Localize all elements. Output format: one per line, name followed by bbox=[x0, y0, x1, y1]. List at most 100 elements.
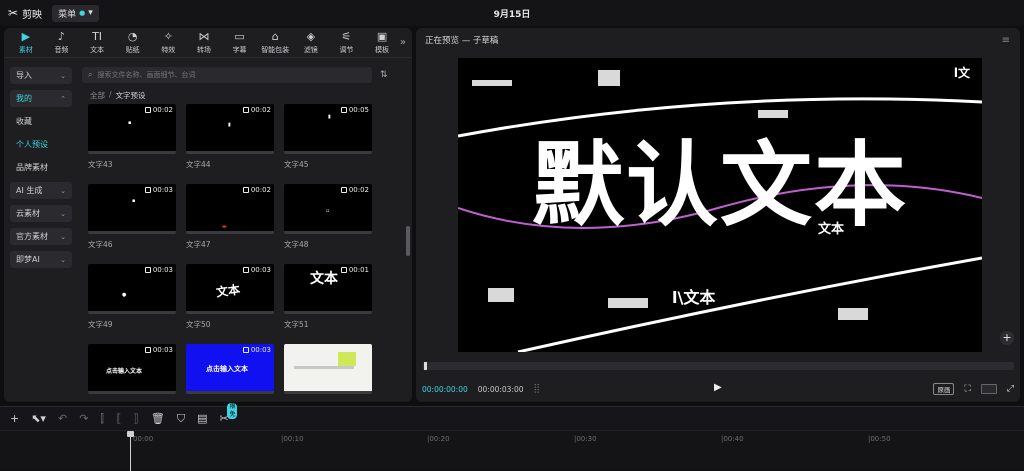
breadcrumb-root[interactable]: 全部 bbox=[90, 90, 105, 101]
glitch-block bbox=[472, 80, 512, 86]
filter-icon: ◈ bbox=[306, 29, 316, 43]
redo-icon[interactable]: ↷ bbox=[79, 412, 88, 425]
card-thumbnail: 00:02 ▮ bbox=[186, 104, 274, 154]
sidebar-item-import[interactable]: 导入 ⌄ bbox=[10, 67, 72, 84]
preset-card[interactable]: 00:02 ▫ 文字48 bbox=[284, 184, 372, 250]
preset-card[interactable] bbox=[284, 344, 372, 394]
glitch-block bbox=[608, 298, 648, 308]
thumb-text: 文本 bbox=[215, 282, 241, 300]
card-thumbnail: 00:02 ▪ bbox=[88, 104, 176, 154]
preview-progress-bar[interactable] bbox=[422, 362, 1014, 370]
preview-controls: 00:00:00:00 00:00:03:00 ⣿ ▶ 原画 ⛶ ⤢ bbox=[422, 382, 1014, 396]
audio-icon: ♪ bbox=[57, 29, 65, 43]
preset-card[interactable]: 00:02 ▬ 文字47 bbox=[186, 184, 274, 250]
menu-icon[interactable]: ≡ bbox=[1002, 35, 1010, 46]
search-icon: ⌕ bbox=[88, 70, 93, 79]
tab-effects[interactable]: ✧ 特效 bbox=[151, 30, 187, 55]
preset-card[interactable]: 00:02 ▮ 文字44 bbox=[186, 104, 274, 170]
select-tool-icon[interactable]: ⬉▾ bbox=[31, 412, 46, 425]
sidebar-item-label: 官方素材 bbox=[16, 232, 48, 241]
add-track-icon[interactable]: + bbox=[10, 412, 19, 425]
sidebar-item-label: 收藏 bbox=[16, 117, 32, 126]
more-tabs-icon[interactable]: » bbox=[400, 37, 406, 48]
tab-text[interactable]: TI 文本 bbox=[79, 30, 115, 55]
smart-cut-icon[interactable]: ✂ 限免 bbox=[219, 403, 238, 425]
media-scrollbar[interactable] bbox=[406, 226, 410, 256]
tab-label: 贴纸 bbox=[125, 45, 140, 54]
tab-label: 调节 bbox=[339, 45, 354, 54]
card-thumbnail: 00:03 点击输入文本 bbox=[88, 344, 176, 394]
preview-panel: 正在预览 — 子草稿 ≡ 默认文本 l\文本 l文 文本 + 00:00:00:… bbox=[416, 28, 1020, 402]
menu-button[interactable]: 菜单 ● ▾ bbox=[52, 4, 99, 22]
sidebar-item-favorites[interactable]: 收藏 bbox=[10, 113, 72, 130]
card-caption: 文字51 bbox=[284, 320, 309, 329]
preset-card[interactable]: 00:03 点击输入文本 bbox=[186, 344, 274, 394]
sidebar-item-mine[interactable]: 我的 ⌃ bbox=[10, 90, 72, 107]
chevron-down-icon: ⌄ bbox=[60, 232, 66, 241]
card-duration: 00:03 bbox=[144, 266, 173, 274]
preset-card[interactable]: 00:05 ▮ 文字45 bbox=[284, 104, 372, 170]
card-thumbnail: 00:03 ▪ bbox=[88, 184, 176, 234]
tab-audio[interactable]: ♪ 音频 bbox=[44, 29, 80, 55]
tab-subtitle[interactable]: ▭ 字幕 bbox=[222, 30, 258, 55]
marker-icon[interactable]: ⛉ bbox=[177, 412, 185, 426]
split-icon[interactable]: ⫿ bbox=[100, 412, 104, 426]
smart-pack-icon: ⌂ bbox=[271, 29, 279, 43]
card-duration: 00:02 bbox=[242, 186, 271, 194]
playhead[interactable] bbox=[130, 431, 131, 471]
preset-card[interactable]: 00:03 文本 文字50 bbox=[186, 264, 274, 330]
ratio-button[interactable]: 原画 bbox=[933, 383, 955, 395]
sidebar-item-label: 我的 bbox=[16, 94, 32, 103]
add-icon[interactable]: + bbox=[1000, 331, 1014, 345]
grid-icon[interactable]: ⣿ bbox=[534, 384, 541, 394]
undo-icon[interactable]: ↶ bbox=[58, 412, 67, 425]
tab-sticker[interactable]: ◔ 贴纸 bbox=[115, 29, 151, 55]
preset-card[interactable]: 00:03 ▪ 文字46 bbox=[88, 184, 176, 250]
sort-icon[interactable]: ⇅ bbox=[380, 70, 388, 80]
capcut-logo-icon: ✂ bbox=[8, 6, 19, 20]
play-icon[interactable]: ▶ bbox=[714, 382, 722, 393]
sidebar-item-official[interactable]: 官方素材 ⌄ bbox=[10, 228, 72, 245]
preset-card[interactable]: 00:03 ● 文字49 bbox=[88, 264, 176, 330]
app-name: 剪映 bbox=[22, 9, 43, 21]
timeline-ruler[interactable]: 00:00 |00:10 |00:20 |00:30 |00:40 |00:50 bbox=[0, 430, 1024, 471]
sidebar-item-jimeng-ai[interactable]: 即梦AI ⌄ bbox=[10, 251, 72, 268]
menu-label: 菜单 bbox=[58, 9, 77, 20]
tab-label: 音频 bbox=[54, 45, 69, 54]
sidebar-item-presets[interactable]: 个人预设 bbox=[10, 136, 72, 153]
tab-label: 文本 bbox=[90, 45, 105, 54]
tab-transition[interactable]: ⋈ 转场 bbox=[186, 30, 222, 55]
split-right-icon[interactable]: ⟧ bbox=[133, 412, 138, 425]
adjust-icon: ⚟ bbox=[341, 29, 352, 43]
sidebar-item-ai-generate[interactable]: AI 生成 ⌄ bbox=[10, 182, 72, 199]
card-caption: 文字43 bbox=[88, 160, 113, 169]
preview-canvas[interactable]: 默认文本 l\文本 l文 文本 bbox=[458, 58, 982, 352]
tab-filter[interactable]: ◈ 滤镜 bbox=[293, 29, 329, 55]
preset-card[interactable]: 00:01 文本 文字51 bbox=[284, 264, 372, 330]
delete-icon[interactable]: 🗑 bbox=[151, 412, 165, 425]
fullscreen-icon[interactable]: ⤢ bbox=[1007, 384, 1014, 394]
crop-icon[interactable]: ⛶ bbox=[964, 384, 970, 394]
card-duration: 00:02 bbox=[340, 186, 369, 194]
tab-media[interactable]: ▶ 素材 bbox=[8, 30, 44, 55]
card-caption: 文字48 bbox=[284, 240, 309, 249]
tab-template[interactable]: ▣ 模板 bbox=[364, 30, 400, 55]
breadcrumb-separator: / bbox=[109, 90, 112, 99]
split-left-icon[interactable]: ⟦ bbox=[116, 412, 121, 425]
free-badge: 限免 bbox=[227, 403, 238, 419]
search-box: ⌕ bbox=[82, 67, 372, 83]
tick-label: 00:00 bbox=[133, 435, 154, 443]
sticker-icon: ◔ bbox=[127, 29, 138, 43]
progress-knob[interactable] bbox=[424, 362, 427, 370]
media-sidebar: 导入 ⌄ 我的 ⌃ 收藏 个人预设 品牌素材 AI 生成 ⌄ 云素材 ⌄ 官方素材 ⌄ 即… bbox=[4, 59, 78, 402]
tab-label: 素材 bbox=[18, 45, 33, 54]
preset-card[interactable]: 00:02 ▪ 文字43 bbox=[88, 104, 176, 170]
tab-smart-pack[interactable]: ⌂ 智能包装 bbox=[257, 29, 293, 55]
preset-card[interactable]: 00:03 点击输入文本 bbox=[88, 344, 176, 394]
tab-adjust[interactable]: ⚟ 调节 bbox=[329, 29, 365, 55]
search-input[interactable] bbox=[97, 71, 358, 79]
caption-icon[interactable]: ▤ bbox=[197, 412, 207, 425]
sidebar-item-brand[interactable]: 品牌素材 bbox=[10, 159, 72, 176]
sidebar-item-cloud[interactable]: 云素材 ⌄ bbox=[10, 205, 72, 222]
aspect-button[interactable] bbox=[980, 384, 997, 394]
